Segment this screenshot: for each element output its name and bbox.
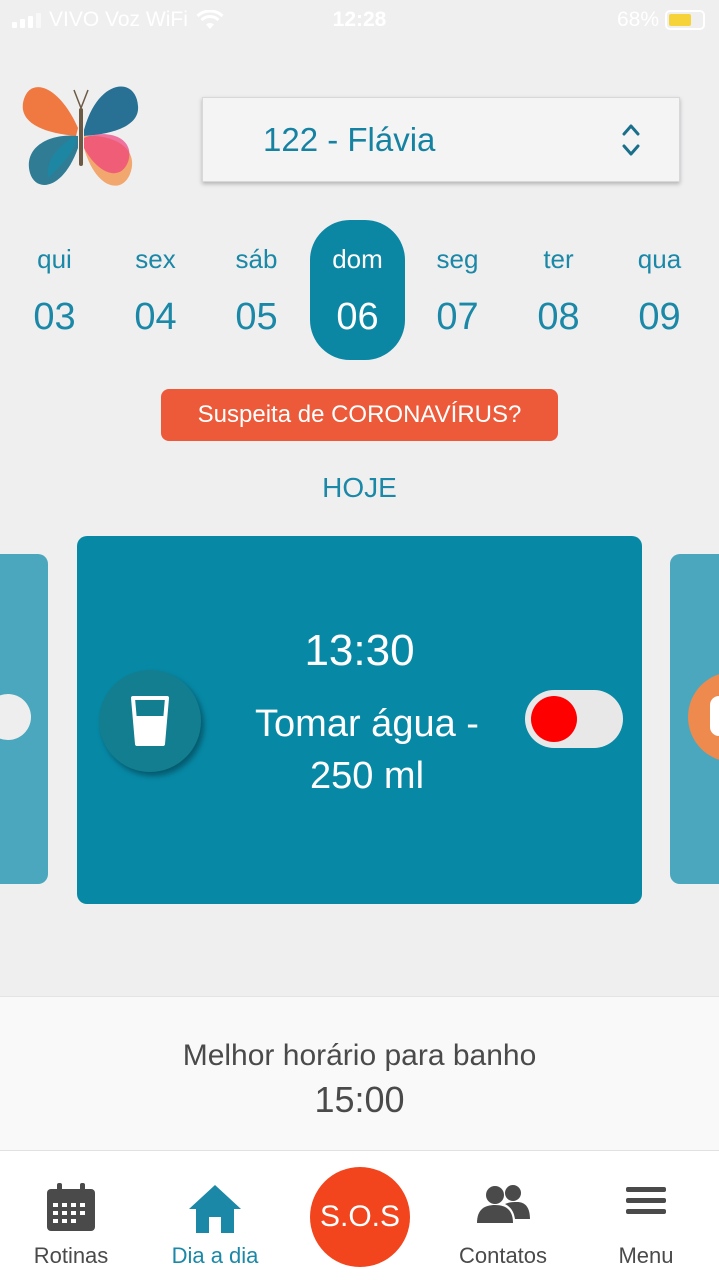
day-weekday: sáb: [235, 244, 278, 274]
battery-percent: 68%: [616, 8, 659, 31]
day-item-selected[interactable]: dom 06: [310, 220, 405, 360]
up-down-chevron-icon: [622, 124, 640, 156]
patient-select-value: 122 - Flávia: [263, 120, 436, 158]
day-item[interactable]: qui 03: [7, 220, 102, 360]
day-number: 06: [336, 296, 379, 338]
day-number: 03: [33, 296, 76, 338]
sos-button[interactable]: S.O.S: [310, 1167, 410, 1267]
day-item[interactable]: ter 08: [511, 220, 606, 360]
water-glass-icon[interactable]: [99, 670, 201, 772]
contacts-icon: [477, 1185, 530, 1223]
day-number: 05: [235, 296, 278, 338]
nav-rotinas[interactable]: Rotinas: [12, 1151, 130, 1280]
battery-icon: [665, 10, 705, 30]
task-time: 13:30: [304, 626, 415, 675]
previous-task-card[interactable]: [0, 554, 48, 884]
day-weekday: qua: [637, 244, 682, 274]
toggle-knob: [531, 696, 577, 742]
day-item[interactable]: sáb 05: [209, 220, 304, 360]
task-done-toggle[interactable]: [525, 690, 623, 748]
nav-contatos[interactable]: Contatos: [448, 1151, 558, 1280]
patient-select[interactable]: 122 - Flávia: [202, 97, 680, 182]
day-weekday: qui: [37, 244, 72, 274]
day-number: 09: [638, 296, 681, 338]
day-item[interactable]: seg 07: [410, 220, 505, 360]
bath-time-panel: Melhor horário para banho 15:00: [0, 996, 719, 1150]
day-number: 08: [537, 296, 580, 338]
home-icon: [189, 1185, 241, 1233]
nav-dia-a-dia[interactable]: Dia a dia: [154, 1151, 276, 1280]
nav-rotinas-label: Rotinas: [33, 1243, 109, 1268]
calendar-icon: [47, 1183, 95, 1231]
bottom-navigation: Rotinas Dia a dia S.O.S Contatos Menu: [0, 1150, 719, 1280]
day-weekday: seg: [436, 244, 479, 274]
task-title: Tomar água - 250 ml: [255, 703, 479, 797]
coronavirus-suspicion-button[interactable]: Suspeita de CORONAVÍRUS?: [161, 389, 558, 441]
clock: 12:28: [332, 8, 387, 31]
day-selector: qui 03 sex 04 sáb 05 dom 06 seg 07 ter 08 qua 0…: [0, 220, 719, 360]
status-right: 68%: [617, 8, 705, 32]
task-card[interactable]: 13:30 Tomar água - 250 ml: [77, 536, 642, 904]
glass-icon: [131, 696, 169, 746]
day-weekday: dom: [332, 244, 383, 274]
bath-time-label: Melhor horário para banho: [182, 1039, 537, 1072]
nav-menu-label: Menu: [618, 1243, 674, 1268]
butterfly-logo: [22, 86, 139, 186]
nav-dia-a-dia-label: Dia a dia: [171, 1243, 259, 1268]
nav-menu[interactable]: Menu: [606, 1151, 686, 1280]
next-task-card[interactable]: [670, 554, 719, 884]
nav-contatos-label: Contatos: [458, 1243, 548, 1268]
today-label: HOJE: [322, 472, 397, 503]
day-item[interactable]: qua 09: [612, 220, 707, 360]
day-item[interactable]: sex 04: [108, 220, 203, 360]
toggle-knob: [0, 694, 31, 740]
task-type-icon: [688, 672, 719, 762]
status-bar: VIVO Voz WiFi 12:28 68%: [0, 0, 719, 40]
day-number: 07: [436, 296, 479, 338]
day-weekday: sex: [135, 244, 176, 274]
hamburger-menu-icon: [626, 1187, 666, 1214]
bath-time-value: 15:00: [314, 1079, 405, 1120]
day-weekday: ter: [543, 244, 574, 274]
day-number: 04: [134, 296, 177, 338]
